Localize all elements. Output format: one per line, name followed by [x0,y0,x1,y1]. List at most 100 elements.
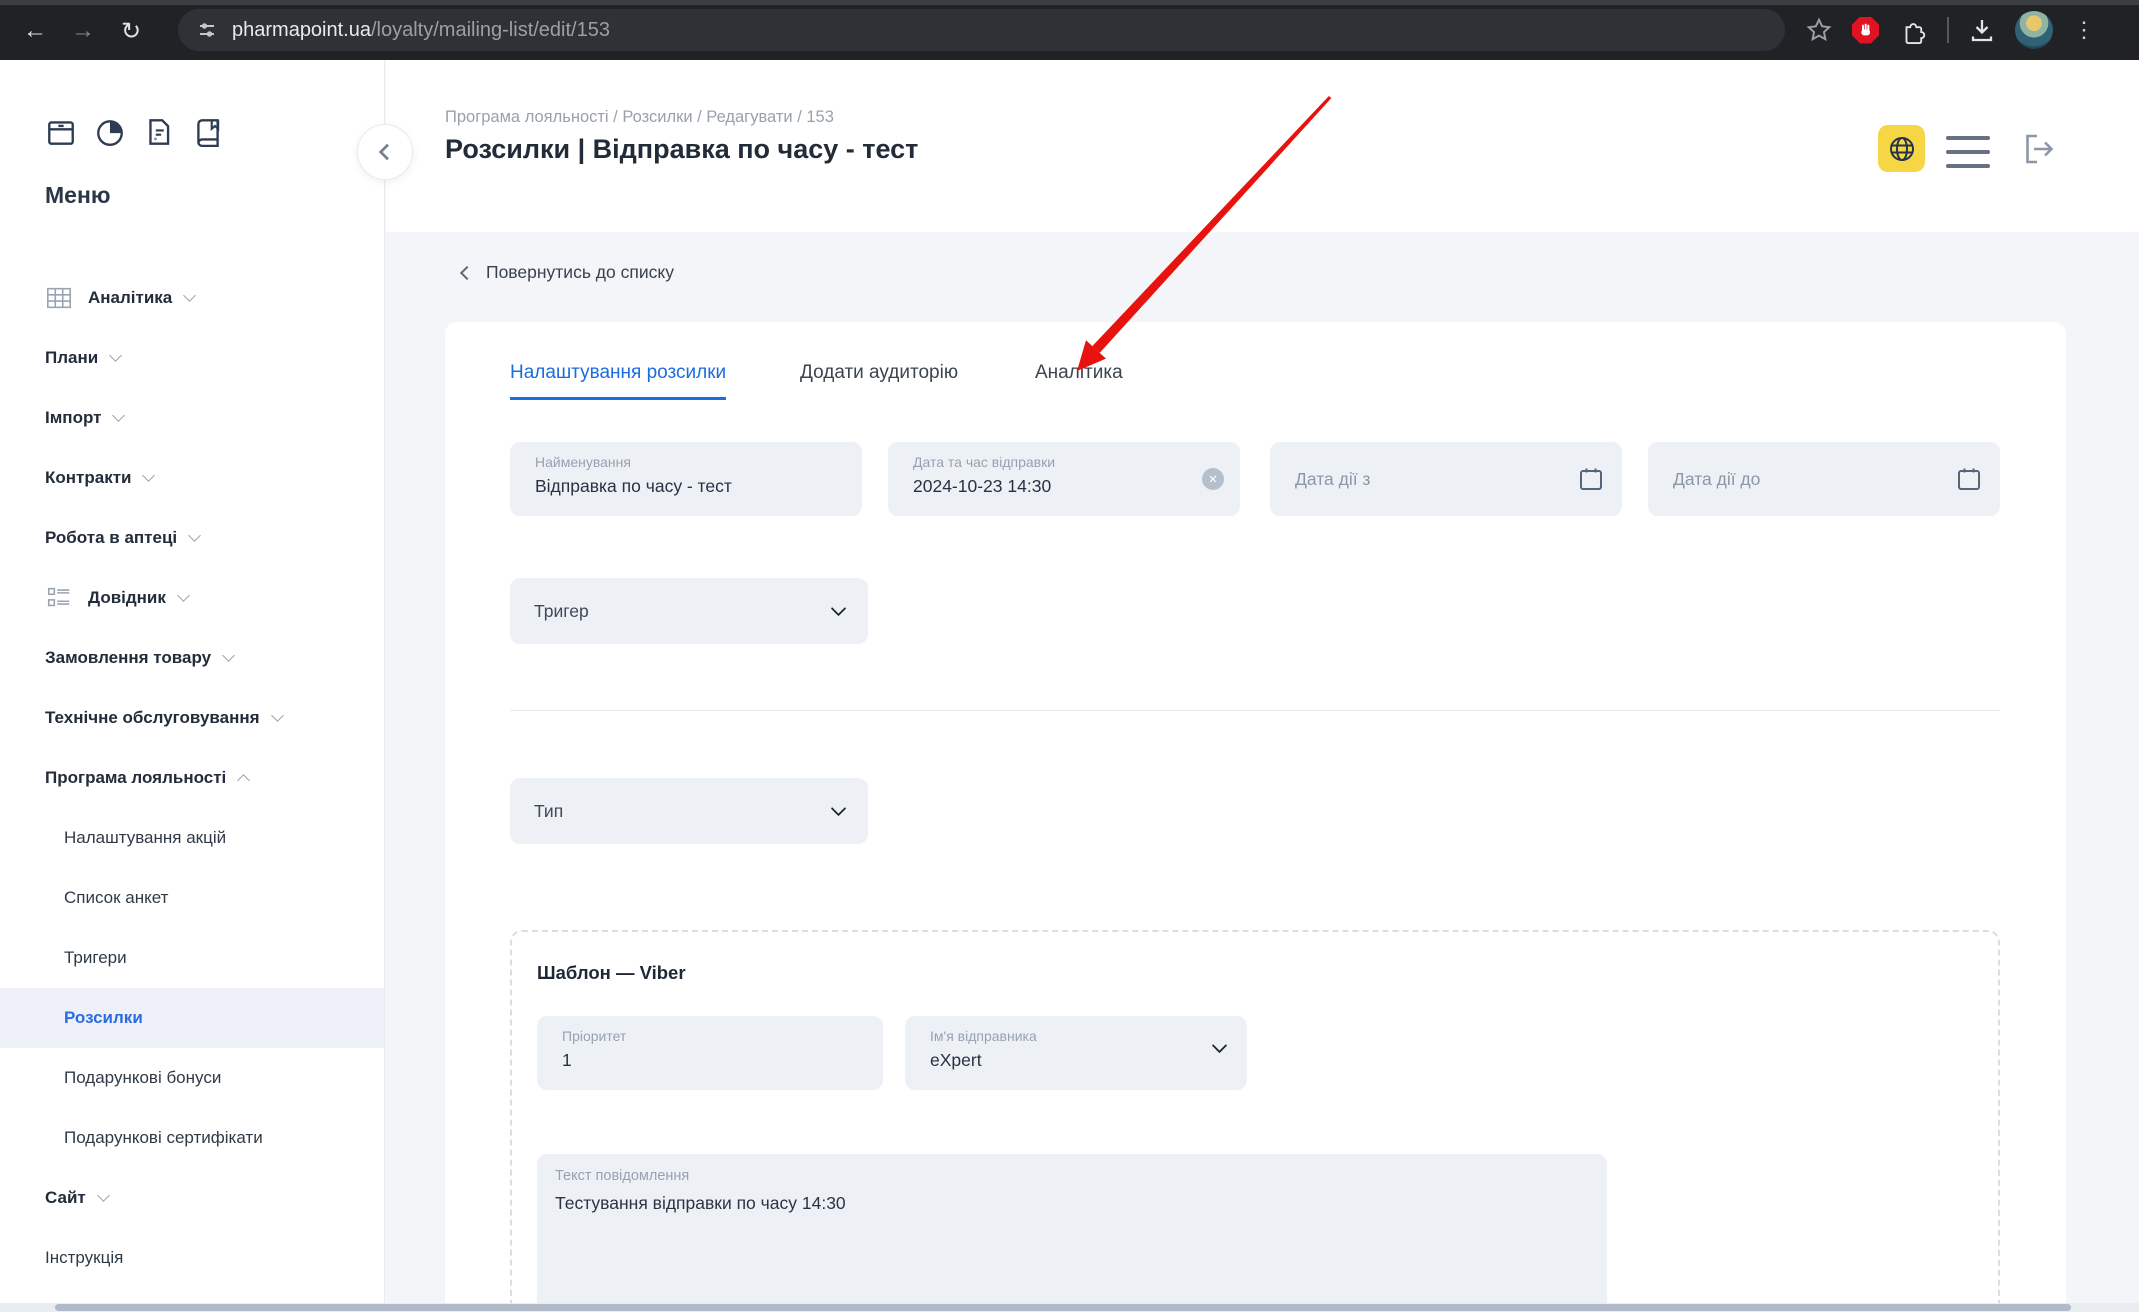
sidebar-item-label: Аналітика [0,288,172,308]
sidebar-item-triggers[interactable]: Тригери [0,928,384,988]
forward-arrow-icon: → [71,17,95,45]
sidebar-item-questionnaires[interactable]: Список анкет [0,868,384,928]
sidebar-item-plans[interactable]: Плани [0,328,384,388]
sidebar-item-import[interactable]: Імпорт [0,388,384,448]
sidebar-item-label: Плани [0,348,98,368]
sender-select[interactable]: Ім'я відправника eXpert [905,1016,1247,1090]
sidebar-item-label: Подарункові сертифікати [0,1128,263,1148]
browser-back-button[interactable]: ← [16,12,54,50]
chevron-left-icon [379,144,396,161]
priority-label: Пріоритет [562,1028,863,1044]
sidebar-item-site[interactable]: Сайт [0,1168,384,1228]
bookmark-star-icon[interactable] [1806,17,1832,43]
type-select-label: Тип [534,801,563,822]
chevron-left-icon [460,265,474,279]
address-bar[interactable]: pharmapoint.ua/loyalty/mailing-list/edit… [178,9,1785,51]
date-from-field[interactable]: Дата дії з [1270,442,1622,516]
browser-menu-icon[interactable]: ⋮ [2073,17,2095,43]
sidebar-item-maintenance[interactable]: Технічне обслуговування [0,688,384,748]
chevron-down-icon [113,409,126,422]
date-to-field[interactable]: Дата дії до [1648,442,2000,516]
date-from-placeholder: Дата дії з [1295,469,1370,490]
browser-forward-button[interactable]: → [64,12,102,50]
sidebar-item-promo-settings[interactable]: Налаштування акцій [0,808,384,868]
logout-button[interactable] [2018,128,2060,170]
site-info-icon[interactable] [196,19,218,41]
sidebar: Меню Аналітика Плани Імпорт Контракти Ро… [0,60,385,1312]
sidebar-item-directory[interactable]: Довідник [0,568,384,628]
chevron-down-icon [222,649,235,662]
scrollbar-thumb[interactable] [55,1304,2071,1311]
content-header: Програма лояльності / Розсилки / Редагув… [386,60,2139,232]
hamburger-menu-button[interactable] [1946,136,1990,168]
subheader-band: Повернутись до списку [386,232,2139,322]
viber-template-section: Шаблон — Viber Пріоритет 1 Ім'я відправн… [510,930,2000,1312]
collapse-sidebar-button[interactable] [357,124,413,180]
priority-field[interactable]: Пріоритет 1 [537,1016,883,1090]
send-datetime-value: 2024-10-23 14:30 [913,476,1220,497]
chevron-down-icon [831,600,847,616]
download-icon[interactable] [1969,17,1995,43]
sidebar-item-label: Замовлення товару [0,648,211,668]
globe-icon [1887,134,1917,164]
tab-add-audience[interactable]: Додати аудиторію [800,362,958,397]
sidebar-item-instruction[interactable]: Інструкція [0,1228,384,1288]
profile-avatar[interactable] [2015,11,2053,49]
sidebar-item-analytics[interactable]: Аналітика [0,268,384,328]
sidebar-item-label: Програма лояльності [0,768,226,788]
message-value: Тестування відправки по часу 14:30 [555,1193,1587,1214]
tab-analytics[interactable]: Аналітика [1035,362,1123,397]
calendar-icon[interactable] [1956,466,1982,492]
name-field[interactable]: Найменування Відправка по часу - тест [510,442,862,516]
browser-reload-button[interactable]: ↻ [112,12,150,50]
clear-datetime-button[interactable]: ✕ [1202,468,1224,490]
grid-icon [45,284,73,312]
sidebar-item-mailings[interactable]: Розсилки [0,988,384,1048]
message-textarea[interactable]: Текст повідомлення Тестування відправки … [537,1154,1607,1312]
sidebar-item-gift-certificates[interactable]: Подарункові сертифікати [0,1108,384,1168]
list-icon [45,584,73,612]
sidebar-item-label: Сайт [0,1188,86,1208]
sidebar-item-goods-order[interactable]: Замовлення товару [0,628,384,688]
sidebar-item-pharmacy-work[interactable]: Робота в аптеці [0,508,384,568]
back-to-list-link[interactable]: Повернутись до списку [462,262,674,283]
book-icon[interactable] [192,116,224,148]
send-datetime-field[interactable]: Дата та час відправки 2024-10-23 14:30 ✕ [888,442,1240,516]
tab-mailing-settings[interactable]: Налаштування розсилки [510,362,726,400]
priority-value: 1 [562,1050,863,1071]
breadcrumb[interactable]: Програма лояльності / Розсилки / Редагув… [445,108,834,127]
pie-chart-icon[interactable] [94,116,126,148]
document-icon[interactable] [143,116,175,148]
sidebar-item-label: Інструкція [0,1248,123,1268]
sidebar-item-contracts[interactable]: Контракти [0,448,384,508]
page-title: Розсилки | Відправка по часу - тест [445,134,918,165]
clear-x-icon: ✕ [1208,473,1217,486]
sidebar-item-label: Робота в аптеці [0,528,177,548]
adblock-extension-icon[interactable] [1852,17,1879,44]
reload-icon: ↻ [121,17,141,46]
section-divider [510,710,2000,711]
chevron-down-icon [183,289,196,302]
message-label: Текст повідомлення [555,1168,1587,1184]
calendar-icon[interactable] [1578,466,1604,492]
chevron-down-icon [271,709,284,722]
send-datetime-label: Дата та час відправки [913,454,1220,470]
horizontal-scrollbar[interactable] [0,1303,2139,1312]
back-to-list-label: Повернутись до списку [486,262,674,283]
trigger-select-label: Тригер [534,601,589,622]
template-section-title: Шаблон — Viber [537,962,686,984]
back-arrow-icon: ← [23,17,47,45]
main-content: Програма лояльності / Розсилки / Редагув… [386,60,2139,1312]
sender-label: Ім'я відправника [930,1028,1227,1044]
sidebar-item-gift-bonuses[interactable]: Подарункові бонуси [0,1048,384,1108]
name-field-value: Відправка по часу - тест [535,476,842,497]
url-text[interactable]: pharmapoint.ua/loyalty/mailing-list/edit… [232,19,610,42]
sidebar-item-loyalty-program[interactable]: Програма лояльності [0,748,384,808]
toolbar-separator [1947,17,1949,43]
trigger-select[interactable]: Тригер [510,578,868,644]
type-select[interactable]: Тип [510,778,868,844]
language-button[interactable] [1878,125,1925,172]
sender-value: eXpert [930,1050,1227,1071]
extensions-puzzle-icon[interactable] [1899,16,1927,44]
archive-icon[interactable] [45,116,77,148]
